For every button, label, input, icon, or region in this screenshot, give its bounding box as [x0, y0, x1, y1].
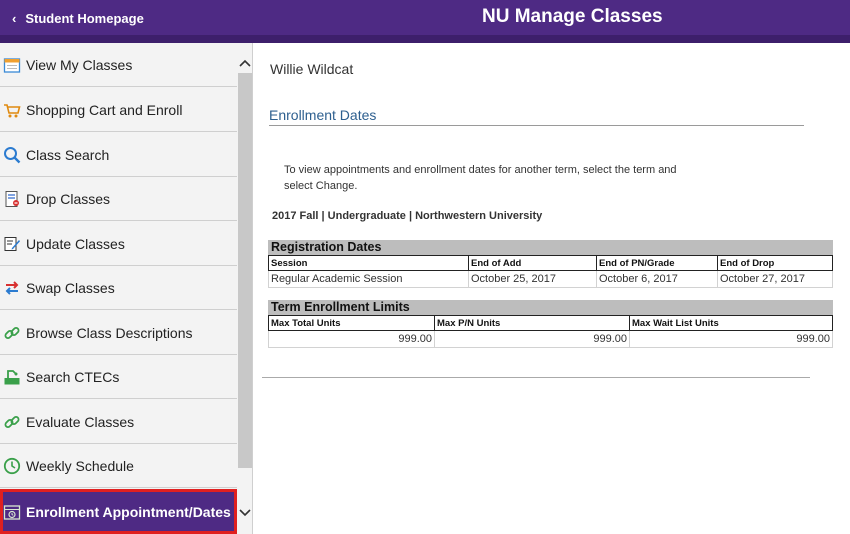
sidebar-item-enrollment-appointment-dates[interactable]: Enrollment Appointment/Dates: [0, 489, 237, 534]
link-icon: [2, 412, 22, 432]
sidebar-scrollbar-thumb[interactable]: [238, 73, 252, 468]
registration-dates-grid: Registration Dates Session End of Add En…: [268, 240, 833, 288]
page-title: NU Manage Classes: [482, 6, 663, 27]
term-label: 2017 Fall | Undergraduate | Northwestern…: [272, 210, 543, 222]
scroll-down-button[interactable]: [238, 505, 252, 521]
clock-icon: [2, 456, 22, 476]
sidebar-item-view-my-classes[interactable]: View My Classes: [0, 43, 237, 87]
table-row: Regular Academic Session October 25, 201…: [268, 270, 833, 288]
link-icon: [2, 323, 22, 343]
divider: [262, 377, 810, 378]
table-cell: October 6, 2017: [596, 270, 718, 288]
term-enrollment-limits-grid: Term Enrollment Limits Max Total Units M…: [268, 300, 833, 348]
sidebar-item-class-search[interactable]: Class Search: [0, 133, 237, 177]
column-header: End of Drop: [717, 255, 833, 271]
scroll-up-button[interactable]: [238, 55, 252, 71]
sidebar-item-label: Drop Classes: [26, 190, 111, 207]
calendar-icon: [2, 55, 22, 75]
sidebar-item-label: Search CTECs: [26, 368, 120, 385]
appointment-calendar-icon: [2, 502, 22, 522]
main-content: Willie Wildcat Enrollment Dates To view …: [254, 43, 850, 534]
table-cell: 999.00: [434, 330, 630, 348]
student-homepage-back-button[interactable]: ‹ Student Homepage: [12, 9, 144, 27]
sidebar-item-label: Weekly Schedule: [26, 457, 134, 474]
sidebar: View My Classes Shopping Cart and Enroll…: [0, 43, 253, 534]
section-title: Enrollment Dates: [269, 107, 804, 126]
sidebar-item-weekly-schedule[interactable]: Weekly Schedule: [0, 444, 237, 488]
sidebar-item-label: View My Classes: [26, 56, 133, 73]
sidebar-item-browse-class-descriptions[interactable]: Browse Class Descriptions: [0, 311, 237, 355]
chevron-up-icon: [239, 59, 251, 67]
sidebar-item-evaluate-classes[interactable]: Evaluate Classes: [0, 400, 237, 444]
table-cell: Regular Academic Session: [268, 270, 469, 288]
column-header: End of PN/Grade: [596, 255, 718, 271]
top-bar: ‹ Student Homepage NU Manage Classes: [0, 0, 850, 35]
sidebar-item-label: Class Search: [26, 146, 110, 163]
grid-caption: Registration Dates: [268, 240, 833, 255]
grid-caption: Term Enrollment Limits: [268, 300, 833, 315]
sidebar-item-label: Shopping Cart and Enroll: [26, 101, 183, 118]
table-cell: 999.00: [268, 330, 435, 348]
sidebar-item-update-classes[interactable]: Update Classes: [0, 222, 237, 266]
sidebar-item-label: Browse Class Descriptions: [26, 324, 193, 341]
table-cell: October 27, 2017: [717, 270, 833, 288]
sidebar-item-search-ctecs[interactable]: Search CTECs: [0, 355, 237, 399]
edit-icon: [2, 234, 22, 254]
column-header: Max Total Units: [268, 315, 435, 331]
swap-arrows-icon: [2, 278, 22, 298]
instructions-text: To view appointments and enrollment date…: [284, 164, 677, 192]
chevron-left-icon: ‹: [12, 10, 17, 26]
sidebar-item-shopping-cart[interactable]: Shopping Cart and Enroll: [0, 88, 237, 132]
student-name: Willie Wildcat: [270, 61, 354, 77]
column-header: End of Add: [468, 255, 597, 271]
sidebar-item-label: Evaluate Classes: [26, 413, 135, 430]
shopping-cart-icon: [2, 100, 22, 120]
table-cell: October 25, 2017: [468, 270, 597, 288]
chevron-down-icon: [239, 509, 251, 517]
sidebar-item-swap-classes[interactable]: Swap Classes: [0, 266, 237, 310]
sidebar-item-label: Update Classes: [26, 235, 125, 252]
sidebar-item-label: Enrollment Appointment/Dates: [26, 503, 231, 520]
ctec-icon: [2, 367, 22, 387]
sidebar-item-drop-classes[interactable]: Drop Classes: [0, 177, 237, 221]
column-header: Max Wait List Units: [629, 315, 833, 331]
column-header: Max P/N Units: [434, 315, 630, 331]
header-subbar: [0, 35, 850, 43]
table-row: 999.00 999.00 999.00: [268, 330, 833, 348]
search-icon: [2, 145, 22, 165]
sidebar-item-label: Swap Classes: [26, 279, 115, 296]
back-label: Student Homepage: [25, 10, 144, 26]
table-cell: 999.00: [629, 330, 833, 348]
drop-list-icon: [2, 189, 22, 209]
column-header: Session: [268, 255, 469, 271]
